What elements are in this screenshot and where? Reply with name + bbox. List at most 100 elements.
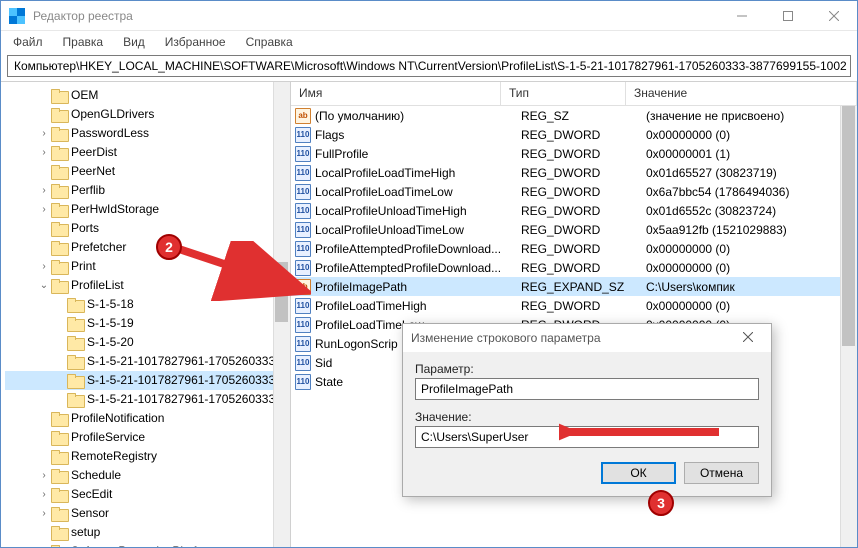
value-data: 0x5aa912fb (1521029883) xyxy=(646,223,857,237)
folder-icon xyxy=(67,374,83,387)
value-name: ProfileAttemptedProfileDownload... xyxy=(315,261,521,275)
list-row[interactable]: 110LocalProfileLoadTimeHighREG_DWORD0x01… xyxy=(291,163,857,182)
tree-item[interactable]: ›Schedule xyxy=(5,466,290,485)
chevron-right-icon[interactable]: › xyxy=(37,466,51,485)
list-row[interactable]: 110ProfileAttemptedProfileDownload...REG… xyxy=(291,239,857,258)
value-data: 0x01d6552c (30823724) xyxy=(646,204,857,218)
chevron-right-icon[interactable]: › xyxy=(37,200,51,219)
app-icon xyxy=(9,8,25,24)
list-row[interactable]: 110FlagsREG_DWORD0x00000000 (0) xyxy=(291,125,857,144)
list-row[interactable]: 110LocalProfileLoadTimeLowREG_DWORD0x6a7… xyxy=(291,182,857,201)
value-data: (значение не присвоено) xyxy=(646,109,857,123)
tree-item-label: ProfileService xyxy=(71,428,145,447)
list-scrollbar[interactable] xyxy=(840,106,857,547)
tree-item[interactable]: ›PerHwIdStorage xyxy=(5,200,290,219)
tree-item-label: S-1-5-21-1017827961-1705260333- xyxy=(87,352,279,371)
list-row[interactable]: ab(По умолчанию)REG_SZ(значение не присв… xyxy=(291,106,857,125)
menu-favorites[interactable]: Избранное xyxy=(157,33,234,51)
titlebar: Редактор реестра xyxy=(1,1,857,31)
chevron-right-icon[interactable]: › xyxy=(37,181,51,200)
dialog-titlebar[interactable]: Изменение строкового параметра xyxy=(403,324,771,352)
folder-icon xyxy=(51,545,67,547)
tree-item[interactable]: ›Perflib xyxy=(5,181,290,200)
tree-item-label: Sensor xyxy=(71,504,109,523)
dialog-close-button[interactable] xyxy=(733,331,763,345)
value-input[interactable] xyxy=(415,426,759,448)
tree-item[interactable]: S-1-5-19 xyxy=(5,314,290,333)
list-row[interactable]: 110LocalProfileUnloadTimeLowREG_DWORD0x5… xyxy=(291,220,857,239)
value-type: REG_DWORD xyxy=(521,261,646,275)
tree-item[interactable]: S-1-5-21-1017827961-1705260333- xyxy=(5,390,290,409)
tree-item[interactable]: S-1-5-21-1017827961-1705260333- xyxy=(5,352,290,371)
tree-item-label: OpenGLDrivers xyxy=(71,105,154,124)
tree-item[interactable]: S-1-5-18 xyxy=(5,295,290,314)
tree-item[interactable]: ›PeerDist xyxy=(5,143,290,162)
tree-item[interactable]: PeerNet xyxy=(5,162,290,181)
tree-item[interactable]: › Sensor xyxy=(5,504,290,523)
tree-item[interactable]: setup xyxy=(5,523,290,542)
tree-item[interactable]: Ports xyxy=(5,219,290,238)
chevron-right-icon[interactable]: › xyxy=(37,257,51,276)
binary-value-icon: 110 xyxy=(295,317,311,333)
folder-icon xyxy=(51,279,67,292)
tree-item[interactable]: S-1-5-21-1017827961-1705260333- xyxy=(5,371,290,390)
tree-item[interactable]: ProfileNotification xyxy=(5,409,290,428)
folder-icon xyxy=(67,336,83,349)
tree-pane[interactable]: OEMOpenGLDrivers › PasswordLess›PeerDistPe… xyxy=(1,82,291,547)
tree-item[interactable]: ›Print xyxy=(5,257,290,276)
tree-item[interactable]: Prefetcher xyxy=(5,238,290,257)
tree-item-label: S-1-5-19 xyxy=(87,314,134,333)
tree-item[interactable]: OEM xyxy=(5,86,290,105)
cancel-button[interactable]: Отмена xyxy=(684,462,759,484)
tree-item-label: S-1-5-18 xyxy=(87,295,134,314)
chevron-right-icon[interactable]: › xyxy=(37,542,51,547)
folder-icon xyxy=(51,222,67,235)
value-name: Flags xyxy=(315,128,521,142)
folder-icon xyxy=(51,260,67,273)
value-name: LocalProfileUnloadTimeHigh xyxy=(315,204,521,218)
list-row[interactable]: 110ProfileAttemptedProfileDownload...REG… xyxy=(291,258,857,277)
list-row[interactable]: 110FullProfileREG_DWORD0x00000001 (1) xyxy=(291,144,857,163)
col-name[interactable]: Имя xyxy=(291,82,501,105)
menu-help[interactable]: Справка xyxy=(238,33,301,51)
tree-item[interactable]: RemoteRegistry xyxy=(5,447,290,466)
edit-string-dialog: Изменение строкового параметра Параметр:… xyxy=(402,323,772,497)
tree-item[interactable]: OpenGLDrivers xyxy=(5,105,290,124)
tree-item-label: PasswordLess xyxy=(71,124,149,143)
value-type: REG_DWORD xyxy=(521,223,646,237)
value-label: Значение: xyxy=(415,410,759,424)
minimize-button[interactable] xyxy=(719,1,765,31)
tree-item-label: SecEdit xyxy=(71,485,112,504)
chevron-right-icon[interactable]: › xyxy=(37,124,51,143)
binary-value-icon: 110 xyxy=(295,355,311,371)
folder-icon xyxy=(51,184,67,197)
ok-button[interactable]: ОК xyxy=(601,462,676,484)
list-row[interactable]: 110LocalProfileUnloadTimeHighREG_DWORD0x… xyxy=(291,201,857,220)
chevron-right-icon[interactable]: › xyxy=(37,485,51,504)
tree-scrollbar[interactable] xyxy=(273,82,290,547)
list-row[interactable]: abProfileImagePathREG_EXPAND_SZC:\Users\… xyxy=(291,277,857,296)
tree-item[interactable]: ⌄ProfileList xyxy=(5,276,290,295)
binary-value-icon: 110 xyxy=(295,298,311,314)
tree-item[interactable]: S-1-5-20 xyxy=(5,333,290,352)
binary-value-icon: 110 xyxy=(295,241,311,257)
tree-item[interactable]: ›SoftwareProtectionPlatform xyxy=(5,542,290,547)
maximize-button[interactable] xyxy=(765,1,811,31)
address-bar[interactable]: Компьютер\HKEY_LOCAL_MACHINE\SOFTWARE\Mi… xyxy=(7,55,851,77)
tree-item[interactable]: ProfileService xyxy=(5,428,290,447)
value-data: 0x00000000 (0) xyxy=(646,242,857,256)
chevron-down-icon[interactable]: ⌄ xyxy=(37,276,51,295)
close-button[interactable] xyxy=(811,1,857,31)
tree-item[interactable]: › SecEdit xyxy=(5,485,290,504)
value-name: LocalProfileUnloadTimeLow xyxy=(315,223,521,237)
value-type: REG_DWORD xyxy=(521,242,646,256)
menu-file[interactable]: Файл xyxy=(5,33,51,51)
menu-edit[interactable]: Правка xyxy=(55,33,112,51)
col-value[interactable]: Значение xyxy=(626,82,857,105)
menu-view[interactable]: Вид xyxy=(115,33,153,51)
list-row[interactable]: 110ProfileLoadTimeHighREG_DWORD0x0000000… xyxy=(291,296,857,315)
chevron-right-icon[interactable]: › xyxy=(37,143,51,162)
tree-item[interactable]: › PasswordLess xyxy=(5,124,290,143)
chevron-right-icon[interactable]: › xyxy=(37,504,51,523)
col-type[interactable]: Тип xyxy=(501,82,626,105)
